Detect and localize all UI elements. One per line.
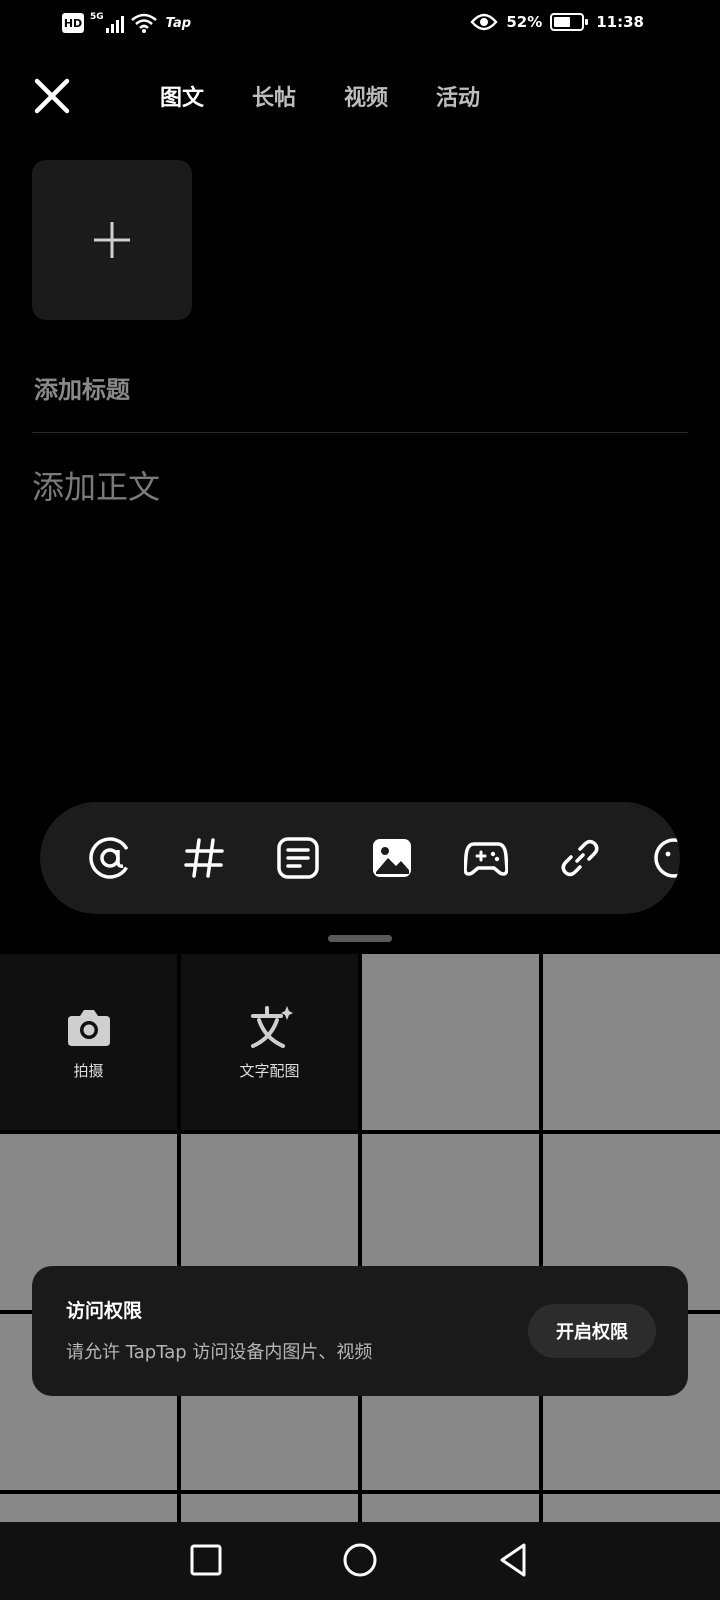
back-triangle-icon[interactable] bbox=[494, 1540, 534, 1580]
tab-label: 图文 bbox=[160, 86, 205, 111]
text-image-tile[interactable]: 文字配图 bbox=[181, 954, 358, 1130]
network-type: 5G bbox=[90, 12, 104, 22]
add-media-button[interactable] bbox=[32, 160, 192, 320]
tab-event[interactable]: 活动 bbox=[436, 80, 480, 112]
tab-label: 视频 bbox=[344, 86, 389, 111]
carrier-badge: Tap bbox=[165, 15, 192, 31]
tab-label: 活动 bbox=[436, 86, 481, 111]
emoji-icon[interactable] bbox=[652, 836, 680, 880]
status-right: 52% 11:38 bbox=[470, 12, 644, 32]
media-placeholder[interactable] bbox=[362, 1494, 539, 1522]
plus-icon bbox=[94, 222, 130, 258]
eye-icon bbox=[470, 13, 498, 31]
battery-icon bbox=[550, 13, 589, 31]
text-image-label: 文字配图 bbox=[239, 1062, 300, 1080]
media-placeholder[interactable] bbox=[362, 954, 539, 1130]
clock: 11:38 bbox=[596, 13, 644, 31]
media-placeholder[interactable] bbox=[0, 1494, 177, 1522]
drag-handle[interactable] bbox=[328, 935, 392, 942]
divider bbox=[32, 432, 688, 433]
home-circle-icon[interactable] bbox=[340, 1540, 380, 1580]
body-input[interactable]: 添加正文 bbox=[32, 462, 160, 508]
status-bar: HD 5G Tap 52% 11:38 bbox=[0, 0, 720, 48]
hashtag-icon[interactable] bbox=[182, 836, 226, 880]
camera-label: 拍摄 bbox=[73, 1062, 104, 1080]
close-button[interactable] bbox=[32, 76, 72, 116]
permission-title: 访问权限 bbox=[66, 1300, 143, 1322]
signal-icon bbox=[105, 13, 124, 33]
tab-image-text[interactable]: 图文 bbox=[160, 80, 205, 115]
grant-permission-button[interactable]: 开启权限 bbox=[528, 1304, 656, 1358]
battery-percent: 52% bbox=[506, 13, 543, 31]
text-format-icon[interactable] bbox=[276, 836, 320, 880]
insert-toolbar bbox=[40, 802, 680, 914]
system-nav-bar bbox=[0, 1522, 720, 1600]
title-input[interactable]: 添加标题 bbox=[34, 370, 130, 405]
camera-tile[interactable]: 拍摄 bbox=[0, 954, 177, 1130]
tab-label: 长帖 bbox=[252, 86, 297, 111]
tab-video[interactable]: 视频 bbox=[344, 80, 388, 112]
at-mention-icon[interactable] bbox=[88, 836, 132, 880]
wifi-icon bbox=[130, 13, 157, 33]
text-to-image-icon bbox=[251, 1006, 293, 1048]
status-left: HD 5G Tap bbox=[62, 12, 191, 34]
permission-description: 请允许 TapTap 访问设备内图片、视频 bbox=[66, 1342, 373, 1363]
link-icon[interactable] bbox=[558, 836, 602, 880]
camera-icon bbox=[68, 1010, 110, 1046]
close-icon bbox=[34, 78, 70, 114]
media-placeholder[interactable] bbox=[543, 954, 720, 1130]
tab-long-post[interactable]: 长帖 bbox=[252, 80, 296, 112]
tab-bar: 图文 长帖 视频 活动 bbox=[160, 80, 528, 115]
media-placeholder[interactable] bbox=[543, 1494, 720, 1522]
permission-card: 访问权限 请允许 TapTap 访问设备内图片、视频 开启权限 bbox=[32, 1266, 688, 1396]
hd-badge: HD bbox=[62, 13, 84, 33]
image-icon[interactable] bbox=[370, 836, 414, 880]
recents-square-icon[interactable] bbox=[186, 1540, 226, 1580]
gamepad-icon[interactable] bbox=[464, 836, 508, 880]
media-placeholder[interactable] bbox=[181, 1494, 358, 1522]
